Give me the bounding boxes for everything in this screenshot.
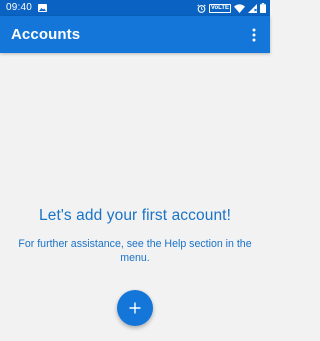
alarm-icon xyxy=(197,3,206,13)
add-account-button[interactable] xyxy=(117,290,153,326)
accounts-screen: 09:40 VoLTE Accounts Let's add your firs… xyxy=(0,0,270,341)
status-bar: 09:40 VoLTE xyxy=(0,0,270,16)
overflow-menu-button[interactable] xyxy=(244,24,264,46)
signal-icon xyxy=(248,3,257,13)
more-vert-icon xyxy=(252,28,256,42)
page-title: Accounts xyxy=(11,26,81,43)
wifi-icon xyxy=(234,3,245,13)
status-time: 09:40 xyxy=(6,2,33,13)
empty-state-help-text: For further assistance, see the Help sec… xyxy=(18,238,252,264)
battery-icon xyxy=(260,3,266,13)
app-bar: Accounts xyxy=(0,16,270,53)
volte-icon: VoLTE xyxy=(208,3,231,13)
empty-state-title: Let's add your first account! xyxy=(39,207,231,224)
photo-icon xyxy=(38,4,47,12)
status-icons: VoLTE xyxy=(197,0,266,16)
plus-icon xyxy=(129,302,141,314)
